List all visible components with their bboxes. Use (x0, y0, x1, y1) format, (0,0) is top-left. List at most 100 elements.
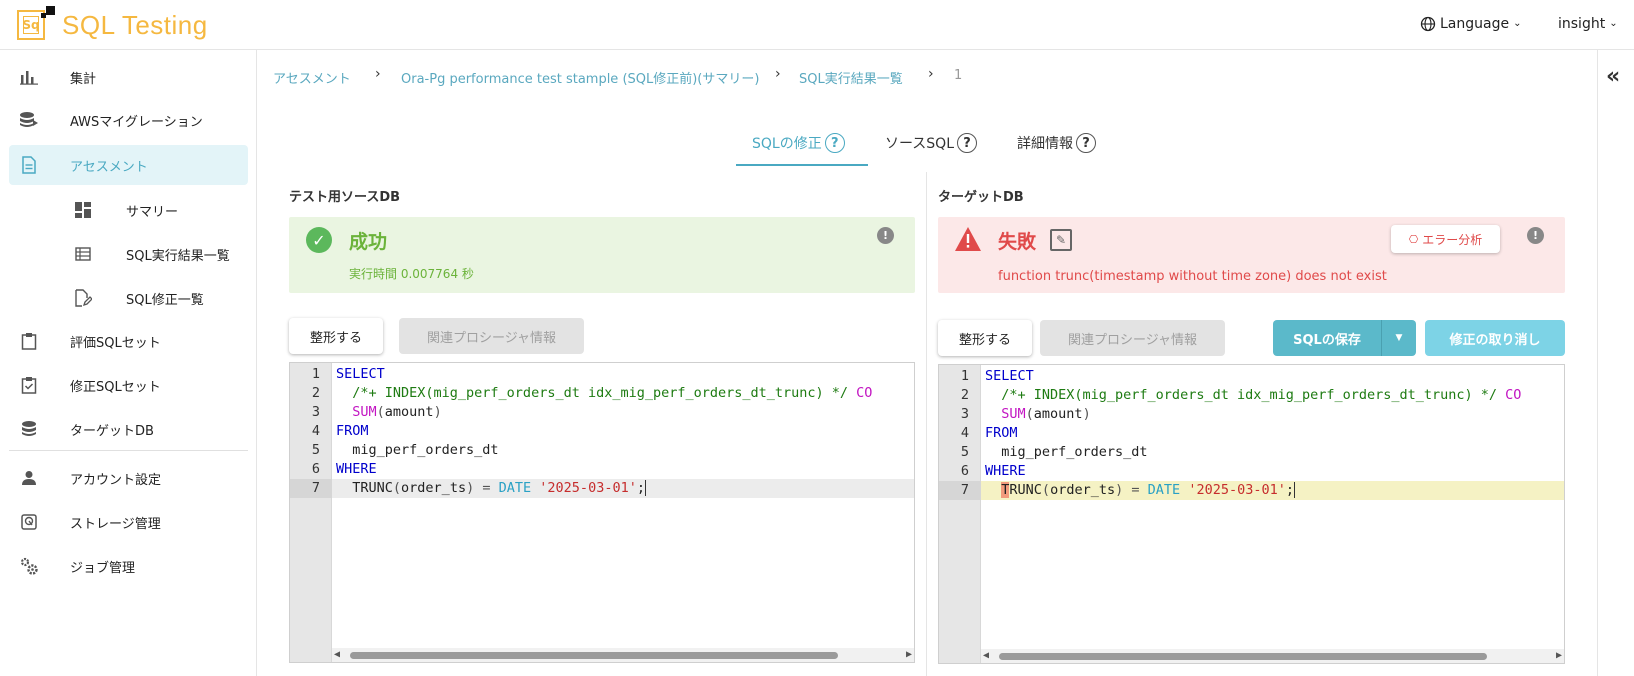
database-migrate-icon (19, 110, 39, 130)
source-db-title: テスト用ソースDB (289, 190, 401, 205)
info-icon[interactable]: ! (1527, 227, 1544, 244)
breadcrumb-current: 1 (954, 68, 963, 83)
error-analysis-button[interactable]: ⎔ エラー分析 (1391, 225, 1500, 253)
breadcrumb-sql-results[interactable]: SQL実行結果一覧 (799, 68, 903, 87)
target-status-label: 失敗 (998, 231, 1037, 253)
code-line: 3 SUM(amount) (311, 404, 442, 420)
breadcrumb-summary[interactable]: Ora-Pg performance test stample (SQL修正前)… (401, 68, 759, 87)
sidebar: 集計 AWSマイグレーション アセスメント サマリー SQL実行結果一覧 SQL… (0, 50, 257, 676)
code-line: 4 FROM (960, 425, 1018, 441)
language-menu[interactable]: Language ⌄ (1420, 16, 1521, 32)
table-icon (73, 244, 93, 264)
right-rail: « (1597, 50, 1634, 676)
app-root: Sq SQL Testing Language ⌄ insight ⌄ 集計 A… (0, 0, 1634, 676)
sidebar-item-label: 集計 (70, 71, 97, 87)
sidebar-item-account[interactable]: アカウント設定 (9, 458, 248, 498)
code-line: 6 WHERE (311, 461, 377, 477)
database-icon (19, 419, 39, 439)
arrow-right-icon[interactable]: ▶ (906, 649, 912, 660)
sidebar-item-label: 修正SQLセット (70, 379, 161, 395)
target-sql-editor[interactable]: 1 SELECT 2 /*+ INDEX(mig_perf_orders_dt i… (938, 364, 1565, 664)
code-line-current: 7 TRUNC(order_ts) = DATE '2025-03-01'; (290, 479, 914, 498)
logo-square-small (41, 13, 46, 18)
target-error-message: function trunc(timestamp without time zo… (998, 269, 1387, 284)
horizontal-scrollbar[interactable]: ◀ ▶ (332, 648, 914, 662)
save-sql-dropdown[interactable]: ▼ (1381, 320, 1416, 356)
double-chevron-left-icon[interactable]: « (1606, 64, 1620, 89)
tab-details[interactable]: 詳細情報 ? (1017, 133, 1096, 153)
arrow-left-icon[interactable]: ◀ (983, 650, 989, 661)
source-sql-editor[interactable]: 1 SELECT 2 /*+ INDEX(mig_perf_orders_dt i… (289, 362, 915, 663)
user-label: insight (1558, 16, 1606, 32)
tab-sql-fix[interactable]: SQLの修正 ? (752, 133, 845, 153)
target-procedure-info-button[interactable]: 関連プロシージャ情報 (1040, 320, 1225, 356)
breadcrumb-assessment[interactable]: アセスメント (273, 68, 351, 87)
sidebar-item-sql-results[interactable]: SQL実行結果一覧 (9, 234, 248, 274)
target-format-button[interactable]: 整形する (938, 320, 1032, 356)
storage-icon (19, 512, 39, 532)
source-status-box: ✓ 成功 実行時間 0.007764 秒 ! (289, 217, 915, 293)
tab-source-sql[interactable]: ソースSQL ? (885, 133, 978, 153)
code-line: 1 SELECT (311, 366, 385, 382)
code-line: 2 /*+ INDEX(mig_perf_orders_dt idx_mig_p… (960, 387, 1522, 403)
gears-icon (19, 556, 39, 576)
sidebar-item-sql-fixes[interactable]: SQL修正一覧 (9, 278, 248, 318)
scrollbar-thumb[interactable] (350, 652, 838, 659)
warning-icon (955, 227, 981, 251)
code-line: 5 mig_perf_orders_dt (311, 442, 499, 458)
code-line: 2 /*+ INDEX(mig_perf_orders_dt idx_mig_p… (311, 385, 873, 401)
tab-label: ソースSQL (885, 136, 955, 152)
sidebar-item-assessment[interactable]: アセスメント (9, 145, 248, 185)
chevron-right-icon: › (775, 66, 781, 82)
sidebar-item-label: 評価SQLセット (70, 335, 161, 351)
chevron-right-icon: › (375, 66, 381, 82)
clipboard-icon (19, 331, 39, 351)
sidebar-item-target-db[interactable]: ターゲットDB (9, 409, 248, 449)
info-icon[interactable]: ! (877, 227, 894, 244)
sidebar-item-summary[interactable]: サマリー (9, 190, 248, 230)
sidebar-item-fix-sql-set[interactable]: 修正SQLセット (9, 365, 248, 405)
arrow-right-icon[interactable]: ▶ (1556, 650, 1562, 661)
sidebar-item-summary-stats[interactable]: 集計 (9, 57, 248, 97)
code-line-current: 7 TRUNC(order_ts) = DATE '2025-03-01'; (939, 481, 1564, 500)
horizontal-scrollbar[interactable]: ◀ ▶ (981, 649, 1564, 663)
sidebar-item-label: SQL実行結果一覧 (126, 248, 230, 264)
sidebar-item-aws-migration[interactable]: AWSマイグレーション (9, 100, 248, 140)
chevron-down-icon: ⌄ (1513, 17, 1522, 29)
source-procedure-info-button[interactable]: 関連プロシージャ情報 (399, 318, 584, 354)
check-circle-icon: ✓ (306, 227, 332, 253)
source-format-button[interactable]: 整形する (289, 318, 383, 354)
help-icon[interactable]: ? (1076, 133, 1096, 153)
sidebar-item-storage[interactable]: ストレージ管理 (9, 502, 248, 542)
globe-icon (1420, 16, 1436, 32)
sidebar-item-label: ストレージ管理 (70, 516, 161, 532)
clipboard-check-icon (19, 375, 39, 395)
dashboard-icon (73, 200, 93, 220)
top-header: Sq SQL Testing Language ⌄ insight ⌄ (0, 0, 1634, 50)
language-label: Language (1440, 16, 1510, 32)
help-icon[interactable]: ? (957, 133, 978, 153)
save-sql-button[interactable]: SQLの保存 (1273, 320, 1381, 356)
edit-icon[interactable]: ✎ (1050, 229, 1072, 251)
sidebar-item-eval-sql-set[interactable]: 評価SQLセット (9, 321, 248, 361)
code-line: 1 SELECT (960, 368, 1034, 384)
sidebar-item-jobs[interactable]: ジョブ管理 (9, 546, 248, 586)
sidebar-item-label: ジョブ管理 (70, 560, 136, 576)
app-logo[interactable]: Sq (17, 6, 55, 41)
sidebar-item-label: ターゲットDB (70, 423, 154, 439)
source-exec-time: 実行時間 0.007764 秒 (349, 267, 474, 281)
code-line: 6 WHERE (960, 463, 1026, 479)
edit-document-icon (73, 288, 93, 308)
logo-square-dark (46, 6, 55, 15)
user-menu[interactable]: insight ⌄ (1558, 16, 1618, 32)
scrollbar-thumb[interactable] (999, 653, 1487, 660)
document-icon (19, 155, 39, 175)
cancel-fix-button[interactable]: 修正の取り消し (1425, 320, 1565, 356)
sidebar-divider (9, 450, 248, 451)
person-icon (19, 468, 39, 488)
sidebar-item-label: サマリー (126, 204, 179, 220)
help-icon[interactable]: ? (824, 133, 845, 153)
active-tab-indicator (736, 164, 868, 166)
arrow-left-icon[interactable]: ◀ (334, 649, 340, 660)
chevron-right-icon: › (928, 66, 934, 82)
